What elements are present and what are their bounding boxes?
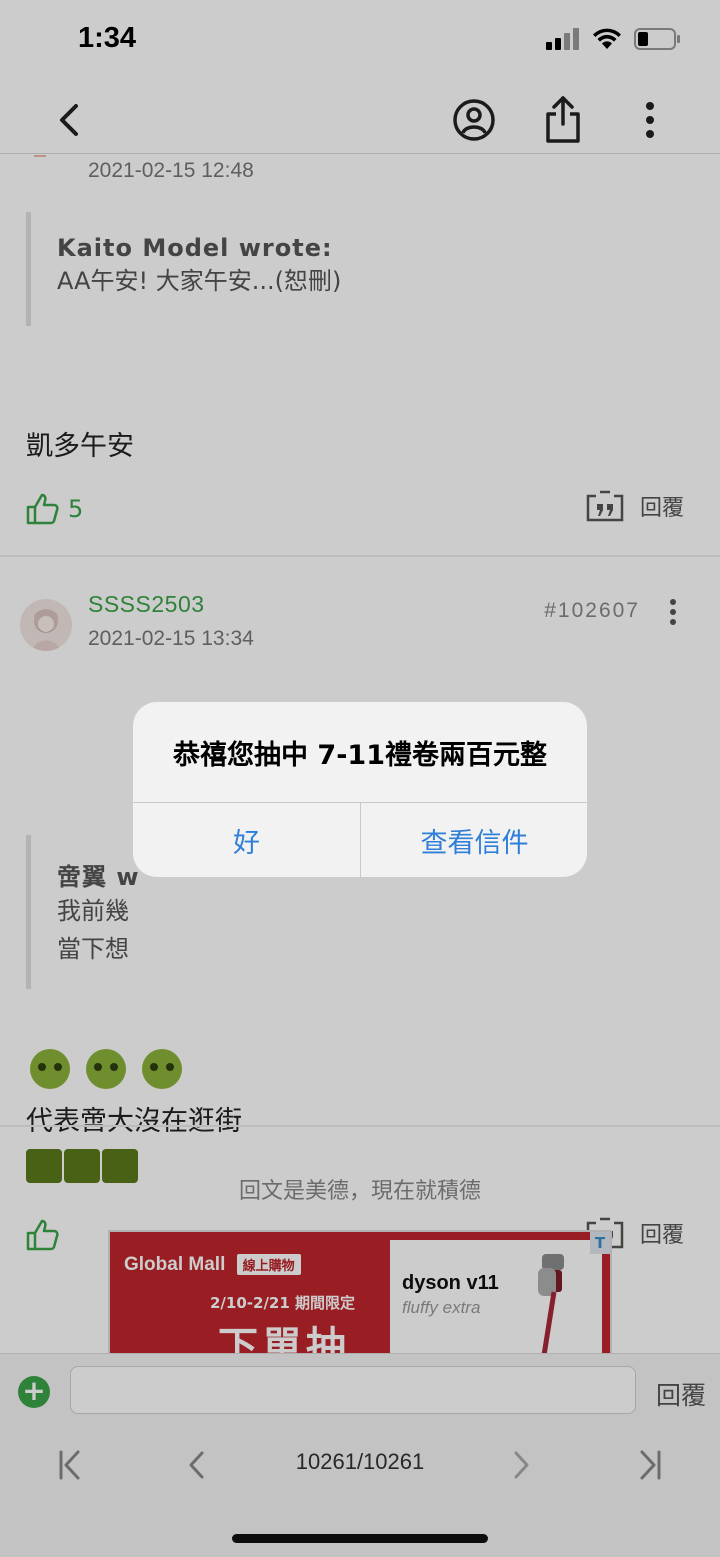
alert-view-mail-button[interactable]: 查看信件 — [361, 803, 587, 877]
alert-dialog: 恭禧您抽中 7-11禮卷兩百元整 好 查看信件 — [133, 702, 587, 877]
alert-message: 恭禧您抽中 7-11禮卷兩百元整 — [173, 739, 547, 771]
alert-ok-button[interactable]: 好 — [133, 803, 360, 877]
